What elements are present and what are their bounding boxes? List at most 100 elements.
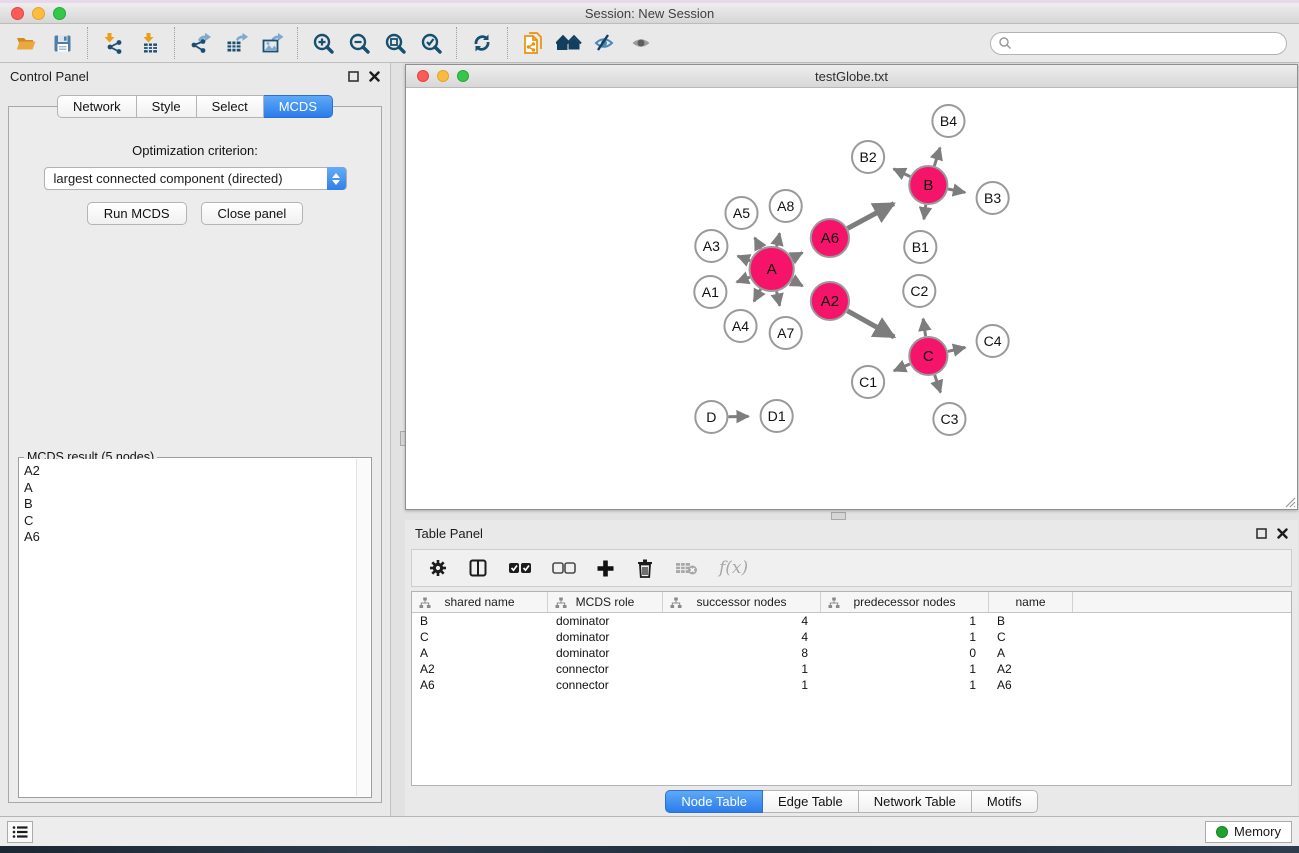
criterion-select[interactable]: largest connected component (directed) (44, 167, 347, 190)
graph-node-C[interactable]: C (909, 337, 947, 375)
graph-edge-B-B2[interactable] (894, 169, 911, 177)
graph-edge-A-A8[interactable] (777, 233, 780, 246)
table-cell[interactable]: connector (548, 677, 663, 693)
table-cell[interactable]: B (989, 613, 1073, 629)
network-canvas[interactable]: B4B2BB3A5A8A6A3B1AA1C2A2A4A7C4CC1DD1C3 (406, 88, 1297, 509)
import-table-button[interactable] (131, 26, 167, 60)
new-network-from-selection-button[interactable] (515, 26, 551, 60)
export-network-button[interactable] (182, 26, 218, 60)
table-cell[interactable]: C (989, 629, 1073, 645)
delete-table-button[interactable] (675, 551, 699, 585)
select-all-button[interactable] (508, 551, 532, 585)
close-window-button[interactable] (11, 7, 24, 20)
graph-node-A[interactable]: A (750, 247, 794, 291)
mcds-result-item[interactable]: A6 (24, 529, 356, 546)
graph-node-A2[interactable]: A2 (811, 282, 849, 320)
graph-edge-C-C1[interactable] (894, 364, 910, 371)
column-header-successor-nodes[interactable]: successor nodes (663, 592, 821, 612)
split-divider-handle[interactable] (831, 512, 846, 520)
graph-edge-A-A1[interactable] (737, 277, 750, 282)
graph-node-A5[interactable]: A5 (725, 197, 757, 229)
export-image-button[interactable] (254, 26, 290, 60)
open-file-button[interactable] (8, 26, 44, 60)
graph-node-A6[interactable]: A6 (811, 219, 849, 257)
table-cell[interactable]: 4 (663, 629, 821, 645)
tab-network[interactable]: Network (57, 95, 137, 118)
table-row[interactable]: A2connector11A2 (412, 661, 1291, 677)
table-cell[interactable]: 1 (821, 629, 989, 645)
float-panel-icon[interactable] (1256, 528, 1267, 539)
mcds-result-item[interactable]: B (24, 496, 356, 513)
table-cell[interactable]: 8 (663, 645, 821, 661)
graph-node-C2[interactable]: C2 (903, 275, 935, 307)
column-panel-button[interactable] (468, 551, 488, 585)
first-neighbors-button[interactable] (551, 26, 587, 60)
refresh-layout-button[interactable] (464, 26, 500, 60)
table-cell[interactable]: 1 (821, 661, 989, 677)
graph-node-A7[interactable]: A7 (770, 317, 802, 349)
import-network-button[interactable] (95, 26, 131, 60)
graph-node-A8[interactable]: A8 (770, 190, 802, 222)
mcds-result-item[interactable]: C (24, 513, 356, 530)
table-row[interactable]: Bdominator41B (412, 613, 1291, 629)
column-header-predecessor-nodes[interactable]: predecessor nodes (821, 592, 989, 612)
task-history-button[interactable] (7, 821, 33, 843)
minimize-window-button[interactable] (32, 7, 45, 20)
graph-edge-A6-B[interactable] (848, 204, 894, 229)
run-mcds-button[interactable]: Run MCDS (87, 202, 187, 225)
close-panel-button[interactable]: Close panel (201, 202, 304, 225)
resize-grip-icon[interactable] (1282, 494, 1296, 508)
float-panel-icon[interactable] (348, 71, 359, 82)
table-cell[interactable]: connector (548, 661, 663, 677)
table-cell[interactable]: A (989, 645, 1073, 661)
table-cell[interactable]: A2 (989, 661, 1073, 677)
hide-selected-button[interactable] (587, 26, 623, 60)
close-network-button[interactable] (417, 70, 429, 82)
graph-edge-B-B1[interactable] (924, 205, 926, 219)
network-window-titlebar[interactable]: testGlobe.txt (406, 65, 1297, 88)
graph-edge-C-C3[interactable] (935, 375, 941, 392)
graph-edge-A-A4[interactable] (754, 289, 761, 301)
graph-node-D[interactable]: D (695, 401, 727, 433)
table-settings-button[interactable] (428, 551, 448, 585)
graph-edge-A-A3[interactable] (738, 256, 750, 261)
minimize-network-button[interactable] (437, 70, 449, 82)
column-header-name[interactable]: name (989, 592, 1073, 612)
function-builder-button[interactable]: f(x) (719, 558, 748, 578)
graph-node-A1[interactable]: A1 (694, 276, 726, 308)
table-cell[interactable]: A (412, 645, 548, 661)
table-row[interactable]: A6connector11A6 (412, 677, 1291, 693)
table-cell[interactable]: 1 (821, 677, 989, 693)
graph-edge-A-A6[interactable] (792, 253, 802, 259)
zoom-selected-button[interactable] (413, 26, 449, 60)
graph-edge-A2-C[interactable] (847, 311, 894, 337)
zoom-in-button[interactable] (305, 26, 341, 60)
graph-edge-B-B3[interactable] (948, 189, 965, 192)
table-row[interactable]: Adominator80A (412, 645, 1291, 661)
column-header-shared-name[interactable]: shared name (412, 592, 548, 612)
graph-node-A4[interactable]: A4 (724, 310, 756, 342)
zoom-out-button[interactable] (341, 26, 377, 60)
mcds-result-scrollbar[interactable] (356, 459, 370, 796)
graph-edge-C-C2[interactable] (923, 319, 925, 336)
mcds-result-list[interactable]: A2ABCA6 (20, 459, 356, 796)
table-cell[interactable]: C (412, 629, 548, 645)
table-cell[interactable]: 1 (663, 661, 821, 677)
graph-node-C1[interactable]: C1 (852, 366, 884, 398)
table-cell[interactable]: 1 (821, 613, 989, 629)
table-cell[interactable]: A6 (989, 677, 1073, 693)
graph-edge-A-A5[interactable] (755, 238, 761, 249)
graph-node-B1[interactable]: B1 (904, 231, 936, 263)
table-cell[interactable]: dominator (548, 629, 663, 645)
add-column-button[interactable] (596, 551, 615, 585)
table-cell[interactable]: A6 (412, 677, 548, 693)
graph-edge-B-B4[interactable] (934, 148, 940, 166)
close-panel-icon[interactable] (1277, 528, 1288, 539)
zoom-network-button[interactable] (457, 70, 469, 82)
tab-node-table[interactable]: Node Table (665, 790, 763, 813)
close-panel-icon[interactable] (369, 71, 380, 82)
graph-edge-A-A2[interactable] (792, 280, 803, 286)
delete-column-button[interactable] (635, 551, 655, 585)
export-table-button[interactable] (218, 26, 254, 60)
table-cell[interactable]: dominator (548, 613, 663, 629)
